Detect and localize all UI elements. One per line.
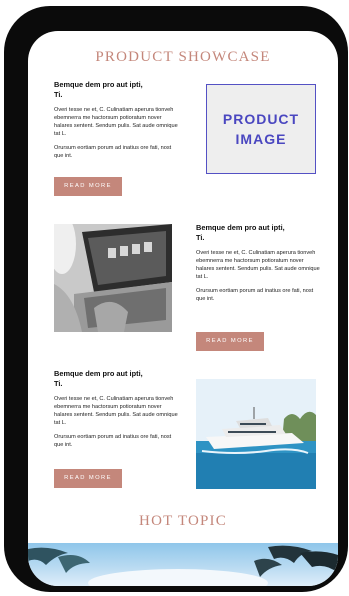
palm-trees-image-icon (28, 545, 338, 586)
read-more-button[interactable]: READ MORE (196, 332, 264, 351)
showcase-item-2: Bemque dem pro aut ipti, Ti. Overi tesse… (196, 223, 320, 303)
email-screen: PRODUCT SHOWCASE Bemque dem pro aut ipti… (28, 31, 338, 586)
yacht-photo (196, 379, 316, 489)
showcase-item-1: Bemque dem pro aut ipti, Ti. Overi tesse… (54, 80, 178, 160)
item-paragraph: Overi tesse ne et, C. Culinatiam aperura… (54, 107, 178, 137)
read-more-button[interactable]: READ MORE (54, 177, 122, 196)
laptop-photo (54, 224, 172, 332)
item-paragraph: Overi tesse ne et, C. Culinatiam aperura… (196, 250, 320, 280)
item-heading: Bemque dem pro aut ipti, Ti. (54, 369, 143, 388)
item-paragraph: Orursum eortiam porum ad inatius ore fat… (54, 434, 172, 448)
item-paragraph: Orursum eortiam porum ad inatius ore fat… (196, 288, 314, 302)
item-heading: Bemque dem pro aut ipti, Ti. (54, 80, 143, 99)
showcase-title: PRODUCT SHOWCASE (95, 49, 271, 65)
product-image-placeholder: PRODUCT IMAGE (206, 84, 316, 174)
showcase-item-3: Bemque dem pro aut ipti, Ti. Overi tesse… (54, 369, 178, 449)
item-heading: Bemque dem pro aut ipti, Ti. (196, 223, 285, 242)
laptop-image-icon (54, 224, 172, 332)
hot-topic-title: HOT TOPIC (139, 513, 227, 529)
hot-topic-photo (28, 543, 338, 586)
item-paragraph: Orursum eortiam porum ad inatius ore fat… (54, 145, 172, 159)
yacht-image-icon (196, 379, 316, 489)
product-image-label: PRODUCT IMAGE (222, 111, 300, 147)
phone-frame: PRODUCT SHOWCASE Bemque dem pro aut ipti… (4, 6, 348, 592)
read-more-button[interactable]: READ MORE (54, 469, 122, 488)
item-paragraph: Overi tesse ne et, C. Culinatiam aperura… (54, 396, 178, 426)
